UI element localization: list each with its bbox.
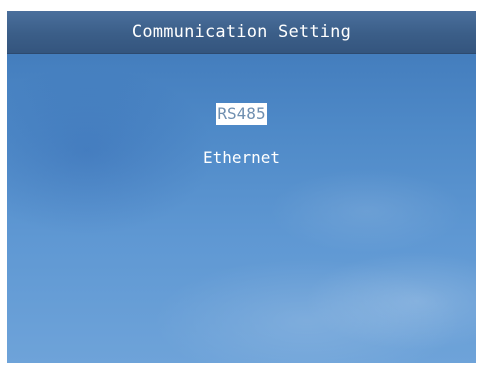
menu-item-ethernet[interactable]: Ethernet <box>7 147 476 169</box>
title-bar: Communication Setting <box>7 11 476 54</box>
device-screen: Communication Setting RS485 Ethernet <box>7 11 476 363</box>
menu-item-rs485[interactable]: RS485 <box>7 103 476 125</box>
menu-item-label: RS485 <box>216 103 267 125</box>
page-title: Communication Setting <box>131 22 352 42</box>
menu-item-label: Ethernet <box>202 148 281 167</box>
